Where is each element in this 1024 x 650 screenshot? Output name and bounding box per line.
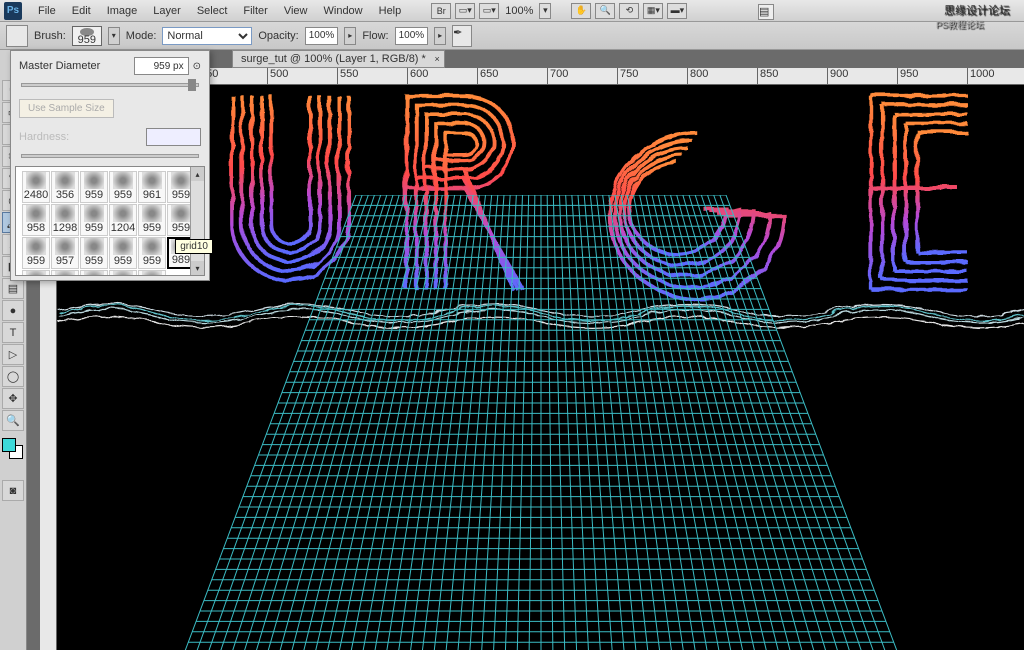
menu-file[interactable]: File [30, 5, 64, 17]
color-swatches[interactable] [2, 438, 24, 466]
brush-thumb[interactable]: 1298 [51, 204, 79, 236]
tool-dodge[interactable]: ● [2, 300, 24, 321]
airbrush-icon[interactable]: ✒ [452, 25, 472, 47]
menu-edit[interactable]: Edit [64, 5, 99, 17]
menu-help[interactable]: Help [371, 5, 410, 17]
menu-window[interactable]: Window [316, 5, 371, 17]
brush-thumbnails: 2480356959959961959958129895912049599599… [15, 166, 205, 276]
mode-label: Mode: [126, 30, 157, 42]
tooltip: grid10 [175, 239, 213, 254]
menu-image[interactable]: Image [99, 5, 146, 17]
hardness-input[interactable] [146, 128, 201, 146]
brush-thumb[interactable]: 356 [51, 171, 79, 203]
screenmode-icon[interactable]: ▭▾ [479, 3, 499, 19]
hardness-label: Hardness: [19, 131, 69, 143]
brush-thumb[interactable]: 959 [138, 204, 166, 236]
options-bar: Brush: 959 ▾ Mode: Normal Opacity: 100% … [0, 22, 1024, 50]
flyout-icon[interactable]: ⊙ [193, 61, 201, 72]
artwork-grid [161, 195, 921, 650]
app-icon: Ps [4, 2, 22, 20]
flow-arrow[interactable]: ▸ [434, 27, 446, 45]
brush-preset-panel: Master Diameter ⊙ Use Sample Size Hardne… [10, 50, 210, 281]
zoom-icon[interactable]: 🔍 [595, 3, 615, 19]
zoom-value[interactable]: 100% [501, 5, 537, 17]
quickmask-icon[interactable]: ◙ [2, 480, 24, 501]
hardness-slider[interactable] [21, 154, 199, 158]
tool-type[interactable]: T [2, 322, 24, 343]
brush-thumb[interactable]: 958 [138, 270, 166, 276]
menubar: Ps File Edit Image Layer Select Filter V… [0, 0, 1024, 22]
document-tab[interactable]: surge_tut @ 100% (Layer 1, RGB/8) *× [232, 50, 445, 68]
rotate-icon[interactable]: ⟲ [619, 3, 639, 19]
flow-field[interactable]: 100% [395, 27, 429, 45]
menu-select[interactable]: Select [189, 5, 236, 17]
brush-thumb[interactable]: 1204 [109, 204, 137, 236]
screen-icon[interactable]: ▬▾ [667, 3, 687, 19]
foreground-color[interactable] [2, 438, 16, 452]
panel-icon[interactable]: ▤ [758, 4, 774, 20]
brush-thumb[interactable]: 959 [80, 171, 108, 203]
zoom-dropdown[interactable]: ▾ [539, 3, 551, 19]
hand-icon[interactable]: ✋ [571, 3, 591, 19]
tool-shape[interactable]: ◯ [2, 366, 24, 387]
brush-label: Brush: [34, 30, 66, 42]
tool-hand[interactable]: ✥ [2, 388, 24, 409]
tool-preset-icon[interactable] [6, 25, 28, 47]
menu-filter[interactable]: Filter [235, 5, 275, 17]
brush-thumb[interactable]: 959 [80, 270, 108, 276]
bridge-icon[interactable]: Br [431, 3, 451, 19]
brush-thumb[interactable]: 958 [109, 270, 137, 276]
brush-thumb[interactable]: 959 [109, 171, 137, 203]
diameter-slider[interactable] [21, 83, 199, 87]
opacity-arrow[interactable]: ▸ [344, 27, 356, 45]
master-diameter-input[interactable] [134, 57, 189, 75]
brush-thumb[interactable]: 959 [138, 237, 166, 269]
menu-layer[interactable]: Layer [145, 5, 189, 17]
brush-thumb[interactable]: 958 [22, 204, 50, 236]
brush-preview[interactable]: 959 [72, 26, 102, 46]
brush-thumb[interactable]: 959 [22, 237, 50, 269]
brush-thumb[interactable]: 959 [109, 237, 137, 269]
menu-view[interactable]: View [276, 5, 316, 17]
tool-zoom[interactable]: 🔍 [2, 410, 24, 431]
arrange-icon[interactable]: ▦▾ [643, 3, 663, 19]
close-icon[interactable]: × [435, 54, 440, 64]
opacity-field[interactable]: 100% [305, 27, 339, 45]
master-diameter-label: Master Diameter [19, 60, 100, 72]
tool-pen[interactable]: ▷ [2, 344, 24, 365]
brush-thumb[interactable]: 959 [80, 204, 108, 236]
brush-thumb[interactable]: 961 [138, 171, 166, 203]
tool-gradient[interactable]: ▤ [2, 278, 24, 299]
brush-thumb[interactable]: 959 [80, 237, 108, 269]
watermark: 思缘设计论坛 PS教程论坛 [936, 2, 1018, 31]
brush-dropdown[interactable]: ▾ [108, 27, 120, 45]
brush-thumb[interactable]: 959 [51, 270, 79, 276]
brush-thumb[interactable]: 960 [22, 270, 50, 276]
scrollbar[interactable]: ▴▾ [190, 167, 204, 275]
brush-thumb[interactable]: 2480 [22, 171, 50, 203]
flow-label: Flow: [362, 30, 388, 42]
opacity-label: Opacity: [258, 30, 298, 42]
viewmode-icon[interactable]: ▭▾ [455, 3, 475, 19]
mode-select[interactable]: Normal [162, 27, 252, 45]
use-sample-size-button[interactable]: Use Sample Size [19, 99, 114, 118]
brush-thumb[interactable]: 957 [51, 237, 79, 269]
